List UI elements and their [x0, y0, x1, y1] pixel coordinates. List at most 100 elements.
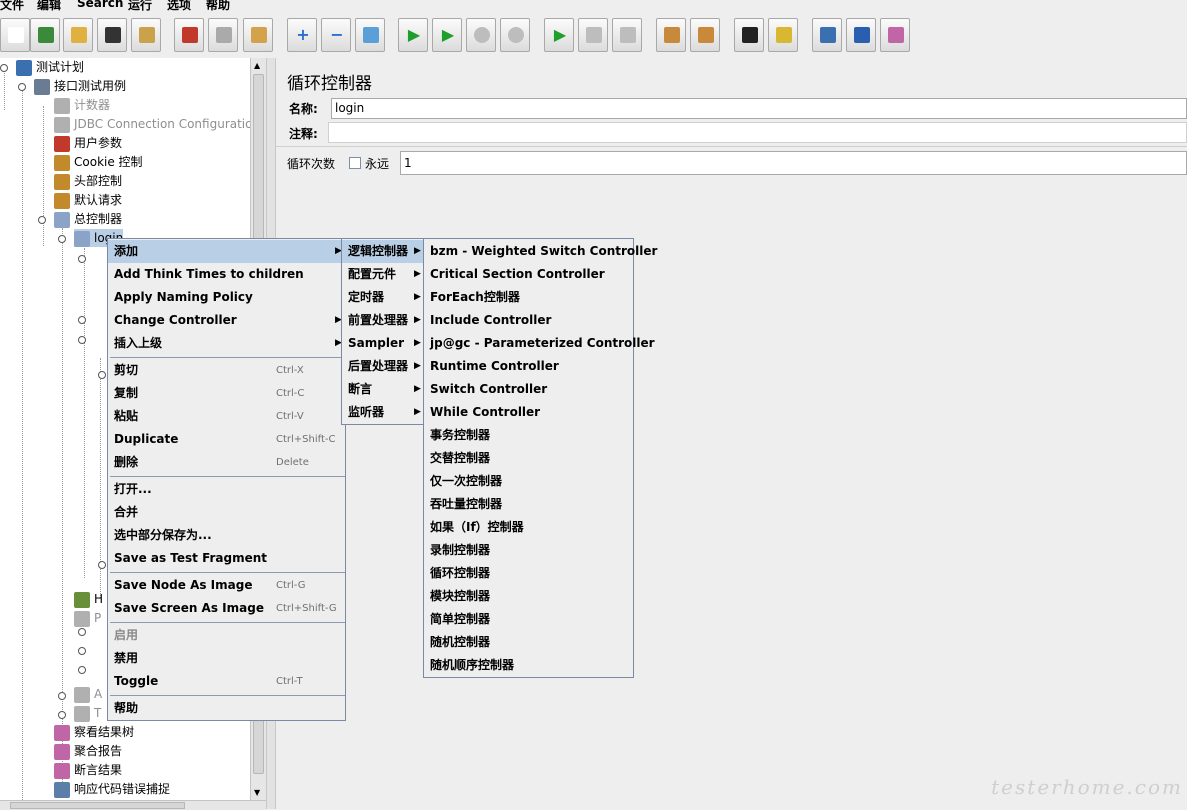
expand-handle-icon[interactable] — [98, 561, 106, 569]
tree-node[interactable]: 响应代码错误捕捉 — [54, 780, 170, 798]
context-menu-item[interactable]: 粘贴 Ctrl-V — [108, 405, 345, 428]
expand-handle-icon[interactable] — [78, 666, 86, 674]
menu-1[interactable]: 编辑 — [37, 0, 61, 12]
shutdown-button[interactable] — [500, 18, 530, 52]
tree-node[interactable]: P — [74, 609, 101, 627]
comment-field[interactable] — [328, 122, 1187, 143]
expand-handle-icon[interactable] — [78, 628, 86, 636]
tree-node[interactable]: A — [74, 685, 102, 703]
context-menu-item[interactable]: 选中部分保存为... — [108, 524, 345, 547]
expand-handle-icon[interactable] — [38, 216, 46, 224]
expand-handle-icon[interactable] — [0, 64, 8, 72]
context-menu-item[interactable]: 删除 Delete — [108, 451, 345, 474]
tree-node[interactable]: 用户参数 — [54, 134, 122, 152]
start-no-pause-button[interactable]: ▶ — [432, 18, 462, 52]
expand-button[interactable]: + — [287, 18, 317, 52]
tree-node[interactable]: 计数器 — [54, 96, 110, 114]
tree-node[interactable]: 接口测试用例 — [34, 77, 126, 95]
add-submenu-item[interactable]: 定时器 ▶ — [342, 286, 424, 309]
toggle-button[interactable] — [355, 18, 385, 52]
menu-4[interactable]: 选项 — [167, 0, 191, 12]
stop-button[interactable] — [466, 18, 496, 52]
logic-controller-item[interactable]: 模块控制器 — [424, 585, 633, 608]
add-submenu-item[interactable]: 断言 ▶ — [342, 378, 424, 401]
tree-node[interactable]: JDBC Connection Configuration — [54, 115, 250, 133]
tree-node[interactable]: 测试计划 — [16, 58, 84, 76]
reset-search-button[interactable] — [768, 18, 798, 52]
save-as-button[interactable] — [131, 18, 161, 52]
copy-button[interactable] — [208, 18, 238, 52]
paste-button[interactable] — [243, 18, 273, 52]
menu-2[interactable]: Search — [77, 0, 123, 10]
scroll-down-icon[interactable]: ▼ — [254, 788, 260, 797]
context-menu-item[interactable]: 剪切 Ctrl-X — [108, 359, 345, 382]
log-viewer-button[interactable] — [880, 18, 910, 52]
context-menu-item[interactable]: 复制 Ctrl-C — [108, 382, 345, 405]
add-submenu-item[interactable]: 后置处理器 ▶ — [342, 355, 424, 378]
expand-handle-icon[interactable] — [78, 316, 86, 324]
context-menu-item[interactable]: Duplicate Ctrl+Shift-C — [108, 428, 345, 451]
tree-node[interactable]: H — [74, 590, 103, 608]
tree-node[interactable]: T — [74, 704, 101, 722]
expand-handle-icon[interactable] — [58, 692, 66, 700]
logic-controller-item[interactable]: 随机顺序控制器 — [424, 654, 633, 677]
search-button[interactable] — [734, 18, 764, 52]
context-menu-item[interactable]: 合并 — [108, 501, 345, 524]
add-submenu-item[interactable]: 监听器 ▶ — [342, 401, 424, 424]
logic-controller-item[interactable]: 交替控制器 — [424, 447, 633, 470]
menu-0[interactable]: 文件 — [0, 0, 24, 12]
tree-node[interactable]: 察看结果树 — [54, 723, 134, 741]
expand-handle-icon[interactable] — [58, 711, 66, 719]
context-menu-item[interactable]: 添加 ▶ — [108, 240, 345, 263]
context-menu-item[interactable]: Save Screen As Image Ctrl+Shift-G — [108, 597, 345, 620]
context-menu-item[interactable]: 帮助 — [108, 697, 345, 720]
cut-button[interactable] — [174, 18, 204, 52]
tree-node[interactable]: 默认请求 — [54, 191, 122, 209]
clear-button[interactable] — [656, 18, 686, 52]
add-submenu-item[interactable]: 前置处理器 ▶ — [342, 309, 424, 332]
logic-controller-item[interactable]: Switch Controller — [424, 378, 633, 401]
menu-5[interactable]: 帮助 — [206, 0, 230, 12]
logic-controller-item[interactable]: bzm - Weighted Switch Controller — [424, 240, 657, 263]
templates-button[interactable] — [30, 18, 60, 52]
name-field[interactable]: login — [331, 98, 1187, 119]
remote-stop-button[interactable] — [578, 18, 608, 52]
new-button[interactable] — [0, 18, 30, 52]
context-menu-item[interactable]: Toggle Ctrl-T — [108, 670, 345, 693]
logic-controller-item[interactable]: jp@gc - Parameterized Controller — [424, 332, 655, 355]
forever-checkbox[interactable] — [349, 157, 361, 169]
add-submenu-item[interactable]: 逻辑控制器 ▶ — [342, 240, 424, 263]
logic-controller-item[interactable]: While Controller — [424, 401, 633, 424]
open-button[interactable] — [63, 18, 93, 52]
function-helper-button[interactable] — [812, 18, 842, 52]
tree-node[interactable]: Cookie 控制 — [54, 153, 143, 171]
loop-count-field[interactable]: 1 — [400, 151, 1187, 175]
logic-controller-item[interactable]: 循环控制器 — [424, 562, 633, 585]
save-button[interactable] — [97, 18, 127, 52]
logic-controller-item[interactable]: Include Controller — [424, 309, 633, 332]
remote-shutdown-button[interactable] — [612, 18, 642, 52]
start-button[interactable]: ▶ — [398, 18, 428, 52]
tree-node[interactable]: 总控制器 — [54, 210, 122, 228]
expand-handle-icon[interactable] — [78, 647, 86, 655]
add-submenu-item[interactable]: Sampler ▶ — [342, 332, 424, 355]
remote-start-button[interactable]: ▶ — [544, 18, 574, 52]
tree-node[interactable]: 聚合报告 — [54, 742, 122, 760]
expand-handle-icon[interactable] — [58, 235, 66, 243]
tree-node[interactable]: 断言结果 — [54, 761, 122, 779]
tree-node[interactable]: 头部控制 — [54, 172, 122, 190]
add-submenu-item[interactable]: 配置元件 ▶ — [342, 263, 424, 286]
logic-controller-item[interactable]: Runtime Controller — [424, 355, 633, 378]
context-menu-item[interactable]: Add Think Times to children — [108, 263, 345, 286]
context-menu-item[interactable]: Apply Naming Policy — [108, 286, 345, 309]
expand-handle-icon[interactable] — [18, 83, 26, 91]
context-menu-item[interactable]: 打开... — [108, 478, 345, 501]
logic-controller-item[interactable]: 事务控制器 — [424, 424, 633, 447]
context-menu-item[interactable]: Save Node As Image Ctrl-G — [108, 574, 345, 597]
collapse-button[interactable]: − — [321, 18, 351, 52]
logic-controller-item[interactable]: 如果（If）控制器 — [424, 516, 633, 539]
context-menu-item[interactable]: 插入上级 ▶ — [108, 332, 345, 355]
expand-handle-icon[interactable] — [98, 371, 106, 379]
clear-all-button[interactable] — [690, 18, 720, 52]
context-menu-item[interactable]: 禁用 — [108, 647, 345, 670]
